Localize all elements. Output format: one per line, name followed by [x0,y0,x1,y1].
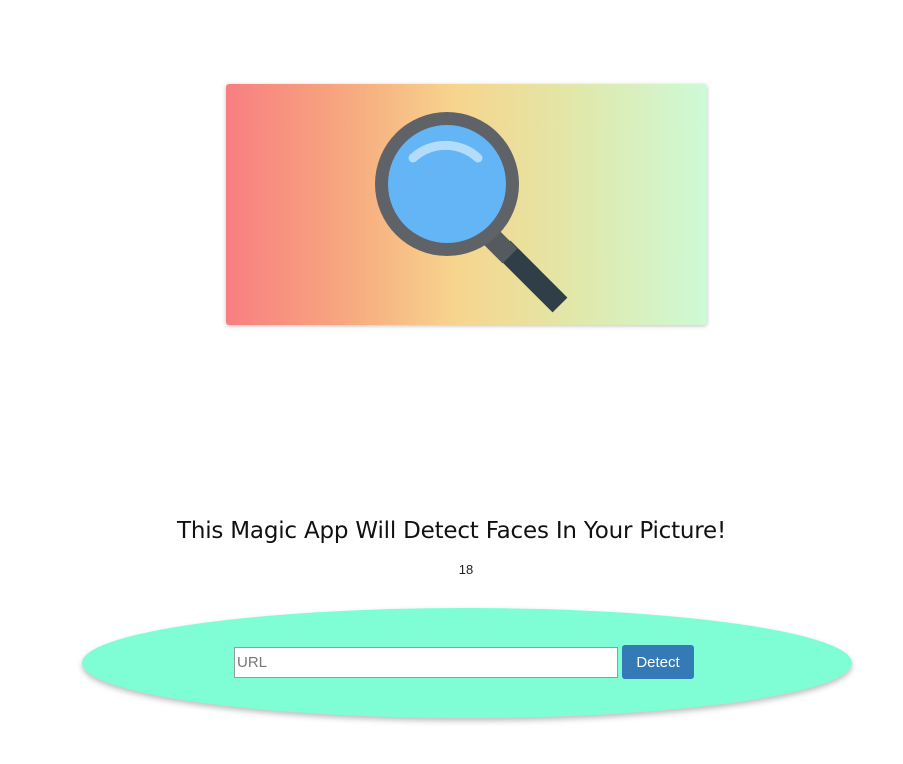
face-count: 18 [458,562,474,577]
url-input[interactable] [234,647,618,678]
magnifying-glass-icon [375,112,568,313]
detect-button[interactable]: Detect [622,645,694,679]
hero-banner [226,84,707,325]
page-headline: This Magic App Will Detect Faces In Your… [176,518,727,544]
